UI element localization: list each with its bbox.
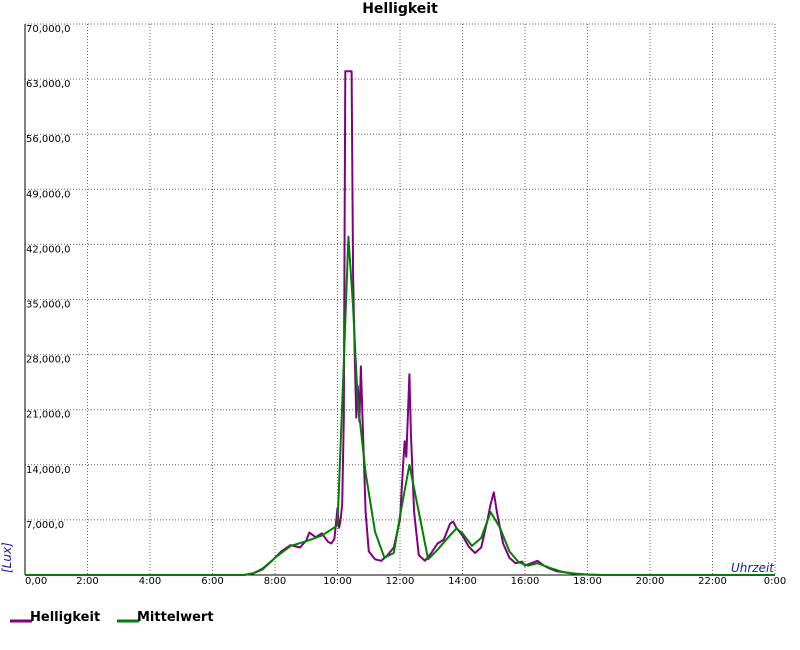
y-tick-label: 28,000,0 [26,355,71,366]
x-tick-label: 2:00 [76,576,98,587]
y-tick-label: 70,000,0 [26,24,71,35]
x-tick-label: 10:00 [323,576,352,587]
x-tick-label: 8:00 [264,576,286,587]
x-tick-label: 20:00 [636,576,665,587]
x-tick-labels: 0,00 2:00 4:00 6:00 8:00 10:00 12:00 14:00 16:00… [25,576,786,587]
x-tick-label: 0:00 [764,576,786,587]
chart-title: Helligkeit [362,1,438,17]
y-tick-label: 63,000,0 [26,79,71,90]
y-tick-label: 21,000,0 [26,410,71,421]
y-tick-label: 49,000,0 [26,189,71,200]
x-tick-label: 6:00 [201,576,223,587]
series-lines [25,70,775,576]
x-tick-label: 14:00 [448,576,477,587]
x-tick-label: 18:00 [573,576,602,587]
x-tick-label: 4:00 [139,576,161,587]
x-tick-label: 0,00 [25,576,47,587]
series-line-helligkeit [25,70,775,576]
y-tick-label: 42,000,0 [26,244,71,255]
y-axis-label: [Lux] [0,542,14,573]
x-axis-label: Uhrzeit [731,561,775,575]
grid [25,23,776,575]
y-tick-label: 56,000,0 [26,134,71,145]
y-tick-label: 35,000,0 [26,300,71,311]
x-tick-label: 16:00 [511,576,540,587]
y-tick-labels: 7,000,0 14,000,0 21,000,0 28,000,0 35,000,0 4… [26,24,71,531]
legend-label: Helligkeit [30,610,100,625]
legend-label: Mittelwert [137,610,214,625]
x-tick-label: 12:00 [386,576,415,587]
chart: Helligkeit 7,000,0 14,000,0 21,000,0 28,000… [0,1,786,625]
legend: Helligkeit Mittelwert [10,610,214,625]
y-tick-label: 14,000,0 [26,465,71,476]
y-tick-label: 7,000,0 [26,520,64,531]
x-tick-label: 22:00 [698,576,727,587]
